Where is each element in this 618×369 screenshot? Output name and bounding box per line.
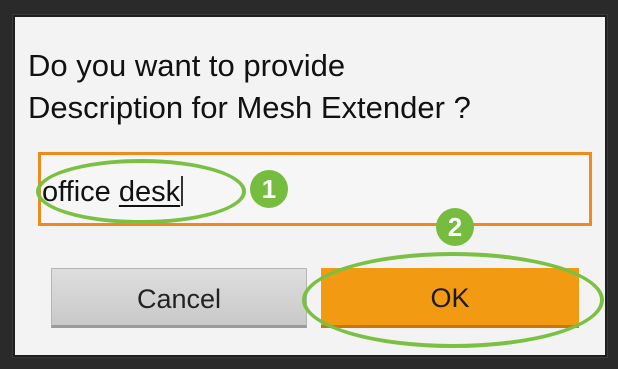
description-input-value[interactable]: office desk — [42, 174, 184, 210]
input-value-text: office — [42, 176, 119, 208]
ok-button[interactable]: OK — [321, 268, 579, 328]
input-value-composing-word: desk — [118, 176, 181, 208]
dialog-question: Do you want to provide Description for M… — [28, 45, 588, 129]
step-1-badge: 1 — [250, 170, 288, 208]
cancel-button[interactable]: Cancel — [51, 268, 307, 328]
step-2-badge: 2 — [436, 208, 474, 246]
dialog-question-line2: Description for Mesh Extender ? — [28, 90, 471, 125]
dialog-question-line1: Do you want to provide — [28, 48, 346, 83]
text-caret — [181, 176, 184, 206]
